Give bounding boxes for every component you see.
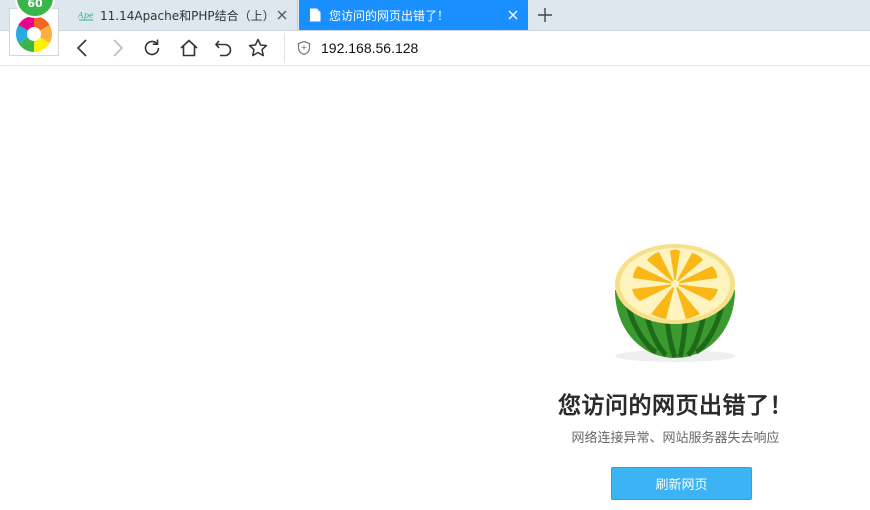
reload-icon[interactable]	[141, 37, 163, 59]
new-tab-icon[interactable]	[536, 6, 554, 24]
address-url[interactable]: 192.168.56.128	[321, 40, 418, 56]
apeg-favicon-icon: Ape	[78, 7, 94, 23]
tab-label: 11.14Apache和PHP结合（上）	[100, 8, 275, 23]
refresh-page-button[interactable]: 刷新网页	[611, 467, 752, 500]
browser-logo[interactable]: 60	[9, 0, 61, 58]
back-icon[interactable]	[72, 37, 94, 59]
toolbar-divider	[284, 33, 285, 63]
bookmark-star-icon[interactable]	[247, 37, 269, 59]
forward-icon[interactable]	[106, 37, 128, 59]
close-icon[interactable]	[506, 8, 520, 22]
tab-label: 您访问的网页出错了！	[329, 8, 450, 23]
tab-error-page[interactable]: 您访问的网页出错了！	[299, 0, 528, 30]
lemon-watermelon-illustration	[615, 244, 735, 362]
page-icon	[307, 7, 323, 23]
error-subtitle: 网络连接异常、网站服务器失去响应	[571, 431, 780, 446]
tab-apache-php[interactable]: Ape 11.14Apache和PHP结合（上）	[70, 0, 298, 30]
tab-strip: Ape 11.14Apache和PHP结合（上） 您访问的网页出错了！	[0, 0, 870, 31]
home-icon[interactable]	[178, 37, 200, 59]
undo-close-tab-icon[interactable]	[213, 37, 235, 59]
error-title: 您访问的网页出错了！	[558, 393, 793, 419]
navigation-toolbar: 192.168.56.128	[0, 31, 870, 66]
shield-icon[interactable]	[296, 40, 312, 56]
svg-text:Ape: Ape	[78, 11, 94, 20]
address-bar[interactable]: 192.168.56.128	[296, 36, 856, 60]
close-icon[interactable]	[275, 8, 289, 22]
error-page: 您访问的网页出错了！ 网络连接异常、网站服务器失去响应 刷新网页	[0, 66, 870, 510]
